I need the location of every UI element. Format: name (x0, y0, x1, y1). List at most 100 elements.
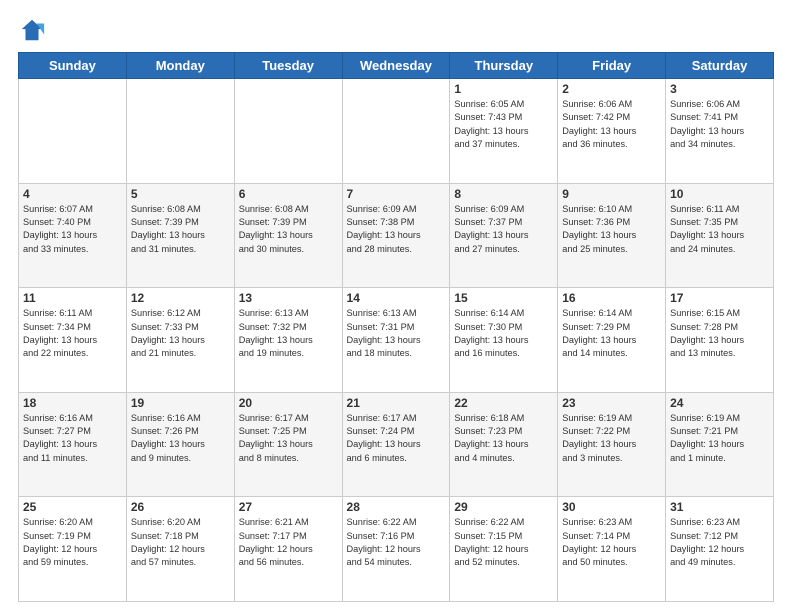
day-info: Sunrise: 6:23 AM Sunset: 7:12 PM Dayligh… (670, 516, 769, 569)
calendar-cell: 31 Sunrise: 6:23 AM Sunset: 7:12 PM Dayli… (666, 497, 774, 602)
day-number: 17 (670, 291, 769, 305)
calendar-cell: 22Sunrise: 6:18 AM Sunset: 7:23 PM Dayli… (450, 392, 558, 497)
day-info: Sunrise: 6:20 AM Sunset: 7:19 PM Dayligh… (23, 516, 122, 569)
day-info: Sunrise: 6:16 AM Sunset: 7:27 PM Dayligh… (23, 412, 122, 465)
day-number: 26 (131, 500, 230, 514)
day-number: 9 (562, 187, 661, 201)
calendar-header-saturday: Saturday (666, 53, 774, 79)
calendar-cell (126, 79, 234, 184)
day-info: Sunrise: 6:19 AM Sunset: 7:22 PM Dayligh… (562, 412, 661, 465)
calendar-week-1: 1 Sunrise: 6:05 AM Sunset: 7:43 PM Daylig… (19, 79, 774, 184)
day-number: 18 (23, 396, 122, 410)
day-number: 7 (347, 187, 446, 201)
day-number: 3 (670, 82, 769, 96)
calendar-cell: 26Sunrise: 6:20 AM Sunset: 7:18 PM Dayli… (126, 497, 234, 602)
day-info: Sunrise: 6:09 AM Sunset: 7:38 PM Dayligh… (347, 203, 446, 256)
page: SundayMondayTuesdayWednesdayThursdayFrid… (0, 0, 792, 612)
calendar-cell: 14Sunrise: 6:13 AM Sunset: 7:31 PM Dayli… (342, 288, 450, 393)
day-number: 30 (562, 500, 661, 514)
day-number: 15 (454, 291, 553, 305)
day-info: Sunrise: 6:10 AM Sunset: 7:36 PM Dayligh… (562, 203, 661, 256)
calendar-header-monday: Monday (126, 53, 234, 79)
calendar-cell: 11 Sunrise: 6:11 AM Sunset: 7:34 PM Dayli… (19, 288, 127, 393)
calendar-header-wednesday: Wednesday (342, 53, 450, 79)
calendar-cell: 24Sunrise: 6:19 AM Sunset: 7:21 PM Dayli… (666, 392, 774, 497)
day-number: 21 (347, 396, 446, 410)
calendar-cell: 2 Sunrise: 6:06 AM Sunset: 7:42 PM Daylig… (558, 79, 666, 184)
day-info: Sunrise: 6:11 AM Sunset: 7:35 PM Dayligh… (670, 203, 769, 256)
day-info: Sunrise: 6:11 AM Sunset: 7:34 PM Dayligh… (23, 307, 122, 360)
day-number: 14 (347, 291, 446, 305)
calendar-cell: 15 Sunrise: 6:14 AM Sunset: 7:30 PM Dayli… (450, 288, 558, 393)
day-number: 23 (562, 396, 661, 410)
calendar-cell: 17 Sunrise: 6:15 AM Sunset: 7:28 PM Dayli… (666, 288, 774, 393)
day-info: Sunrise: 6:06 AM Sunset: 7:42 PM Dayligh… (562, 98, 661, 151)
calendar-cell: 8 Sunrise: 6:09 AM Sunset: 7:37 PM Daylig… (450, 183, 558, 288)
logo-icon (18, 16, 46, 44)
day-number: 19 (131, 396, 230, 410)
calendar-cell: 19 Sunrise: 6:16 AM Sunset: 7:26 PM Dayli… (126, 392, 234, 497)
day-number: 25 (23, 500, 122, 514)
day-number: 29 (454, 500, 553, 514)
calendar-cell: 12 Sunrise: 6:12 AM Sunset: 7:33 PM Dayli… (126, 288, 234, 393)
day-info: Sunrise: 6:14 AM Sunset: 7:29 PM Dayligh… (562, 307, 661, 360)
day-info: Sunrise: 6:14 AM Sunset: 7:30 PM Dayligh… (454, 307, 553, 360)
header (18, 16, 774, 44)
calendar-cell: 29 Sunrise: 6:22 AM Sunset: 7:15 PM Dayli… (450, 497, 558, 602)
day-info: Sunrise: 6:13 AM Sunset: 7:32 PM Dayligh… (239, 307, 338, 360)
day-info: Sunrise: 6:17 AM Sunset: 7:24 PM Dayligh… (347, 412, 446, 465)
calendar-header-row: SundayMondayTuesdayWednesdayThursdayFrid… (19, 53, 774, 79)
day-info: Sunrise: 6:15 AM Sunset: 7:28 PM Dayligh… (670, 307, 769, 360)
day-info: Sunrise: 6:12 AM Sunset: 7:33 PM Dayligh… (131, 307, 230, 360)
calendar-week-5: 25 Sunrise: 6:20 AM Sunset: 7:19 PM Dayli… (19, 497, 774, 602)
day-info: Sunrise: 6:16 AM Sunset: 7:26 PM Dayligh… (131, 412, 230, 465)
day-number: 4 (23, 187, 122, 201)
calendar-week-3: 11 Sunrise: 6:11 AM Sunset: 7:34 PM Dayli… (19, 288, 774, 393)
calendar-cell: 5Sunrise: 6:08 AM Sunset: 7:39 PM Daylig… (126, 183, 234, 288)
calendar-cell: 27Sunrise: 6:21 AM Sunset: 7:17 PM Dayli… (234, 497, 342, 602)
day-info: Sunrise: 6:06 AM Sunset: 7:41 PM Dayligh… (670, 98, 769, 151)
calendar-header-friday: Friday (558, 53, 666, 79)
calendar-week-4: 18 Sunrise: 6:16 AM Sunset: 7:27 PM Dayli… (19, 392, 774, 497)
calendar-table: SundayMondayTuesdayWednesdayThursdayFrid… (18, 52, 774, 602)
day-info: Sunrise: 6:22 AM Sunset: 7:15 PM Dayligh… (454, 516, 553, 569)
calendar-header-sunday: Sunday (19, 53, 127, 79)
day-number: 8 (454, 187, 553, 201)
day-info: Sunrise: 6:23 AM Sunset: 7:14 PM Dayligh… (562, 516, 661, 569)
calendar-cell: 28Sunrise: 6:22 AM Sunset: 7:16 PM Dayli… (342, 497, 450, 602)
calendar-cell: 25 Sunrise: 6:20 AM Sunset: 7:19 PM Dayli… (19, 497, 127, 602)
day-info: Sunrise: 6:21 AM Sunset: 7:17 PM Dayligh… (239, 516, 338, 569)
calendar-header-tuesday: Tuesday (234, 53, 342, 79)
calendar-cell: 7 Sunrise: 6:09 AM Sunset: 7:38 PM Daylig… (342, 183, 450, 288)
day-info: Sunrise: 6:22 AM Sunset: 7:16 PM Dayligh… (347, 516, 446, 569)
day-number: 13 (239, 291, 338, 305)
day-number: 10 (670, 187, 769, 201)
day-info: Sunrise: 6:08 AM Sunset: 7:39 PM Dayligh… (131, 203, 230, 256)
day-number: 20 (239, 396, 338, 410)
calendar-cell: 23 Sunrise: 6:19 AM Sunset: 7:22 PM Dayli… (558, 392, 666, 497)
day-info: Sunrise: 6:08 AM Sunset: 7:39 PM Dayligh… (239, 203, 338, 256)
calendar-header-thursday: Thursday (450, 53, 558, 79)
logo (18, 16, 50, 44)
day-number: 11 (23, 291, 122, 305)
calendar-cell: 6 Sunrise: 6:08 AM Sunset: 7:39 PM Daylig… (234, 183, 342, 288)
day-number: 12 (131, 291, 230, 305)
calendar-cell: 3 Sunrise: 6:06 AM Sunset: 7:41 PM Daylig… (666, 79, 774, 184)
day-number: 24 (670, 396, 769, 410)
day-info: Sunrise: 6:07 AM Sunset: 7:40 PM Dayligh… (23, 203, 122, 256)
day-info: Sunrise: 6:09 AM Sunset: 7:37 PM Dayligh… (454, 203, 553, 256)
calendar-cell: 21 Sunrise: 6:17 AM Sunset: 7:24 PM Dayli… (342, 392, 450, 497)
calendar-cell (342, 79, 450, 184)
day-number: 1 (454, 82, 553, 96)
calendar-cell: 10 Sunrise: 6:11 AM Sunset: 7:35 PM Dayli… (666, 183, 774, 288)
day-info: Sunrise: 6:05 AM Sunset: 7:43 PM Dayligh… (454, 98, 553, 151)
day-number: 6 (239, 187, 338, 201)
day-number: 22 (454, 396, 553, 410)
calendar-cell: 18 Sunrise: 6:16 AM Sunset: 7:27 PM Dayli… (19, 392, 127, 497)
day-number: 2 (562, 82, 661, 96)
calendar-cell: 20 Sunrise: 6:17 AM Sunset: 7:25 PM Dayli… (234, 392, 342, 497)
calendar-cell (19, 79, 127, 184)
day-number: 31 (670, 500, 769, 514)
day-number: 16 (562, 291, 661, 305)
day-info: Sunrise: 6:17 AM Sunset: 7:25 PM Dayligh… (239, 412, 338, 465)
